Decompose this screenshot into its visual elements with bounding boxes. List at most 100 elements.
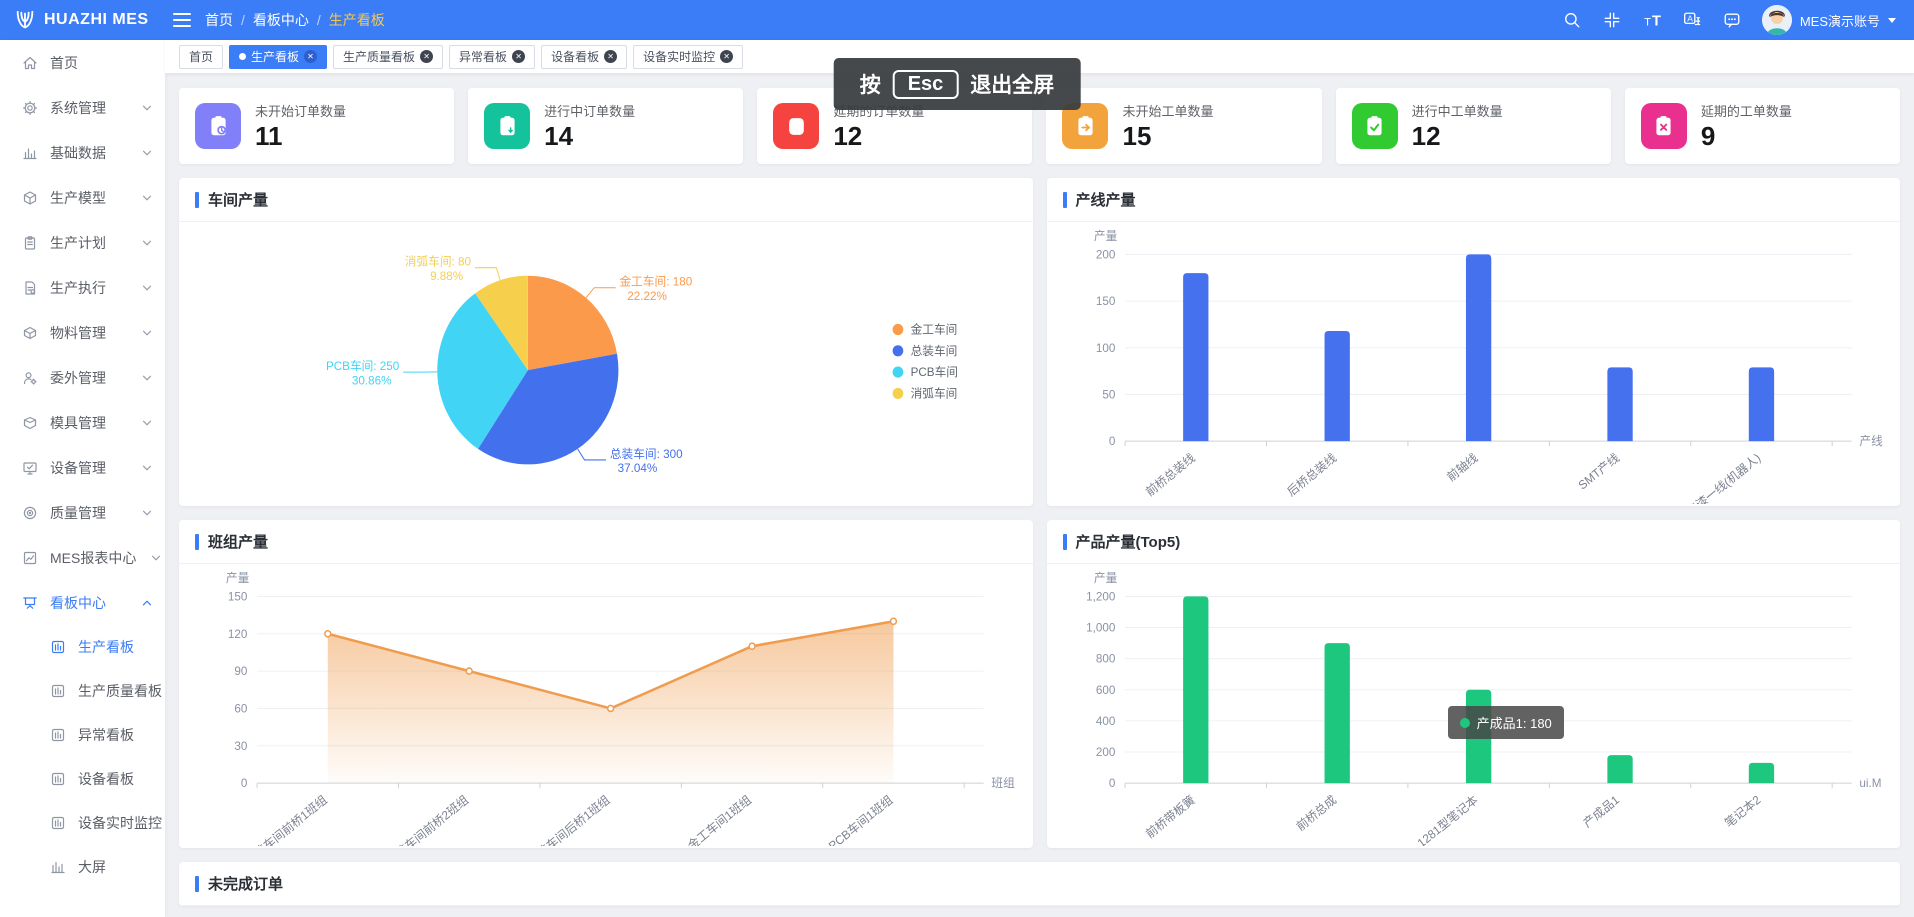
legend-item-金工车间[interactable]: 金工车间	[893, 322, 958, 336]
stat-card-进行中订单数量: 进行中订单数量14	[468, 88, 743, 164]
sidebar-item-首页[interactable]: 首页	[0, 40, 165, 85]
sidebar-item-生产模型[interactable]: 生产模型	[0, 175, 165, 220]
panel-unfinished-orders: 未完成订单	[179, 862, 1900, 906]
bar-前桥总装线	[1183, 273, 1208, 441]
svg-text:前轴线: 前轴线	[1444, 450, 1480, 484]
svg-text:SMT产线: SMT产线	[1575, 450, 1621, 492]
line-output-bar-chart[interactable]: 050100150200产量产线前桥总装线后桥总装线前轴线SMT产线喷漆一线(机…	[1047, 222, 1901, 506]
svg-text:800: 800	[1095, 651, 1115, 665]
sidebar-item-生产执行[interactable]: 生产执行	[0, 265, 165, 310]
esc-key: Esc	[893, 70, 959, 99]
legend-item-消弧车间[interactable]: 消弧车间	[893, 386, 958, 400]
sidebar-item-label: MES报表中心	[50, 548, 136, 568]
board-icon	[22, 595, 38, 611]
breadcrumb-item[interactable]: 首页	[205, 10, 233, 30]
tab-close-icon[interactable]: ✕	[304, 50, 317, 63]
sidebar-item-系统管理[interactable]: 系统管理	[0, 85, 165, 130]
svg-text:150: 150	[228, 589, 248, 603]
svg-text:前桥带板簧: 前桥带板簧	[1143, 792, 1198, 841]
sidebar-item-MES报表中心[interactable]: MES报表中心	[0, 535, 165, 580]
panel-header: 车间产量	[179, 178, 1033, 222]
sidebar: 首页系统管理基础数据生产模型生产计划生产执行物料管理委外管理模具管理设备管理质量…	[0, 40, 165, 917]
sidebar-item-看板中心[interactable]: 看板中心	[0, 580, 165, 625]
sidebar-subitem-设备实时监控[interactable]: 设备实时监控	[0, 801, 165, 845]
sidebar-item-委外管理[interactable]: 委外管理	[0, 355, 165, 400]
hamburger-icon[interactable]	[165, 0, 199, 40]
sidebar-item-生产计划[interactable]: 生产计划	[0, 220, 165, 265]
bar-喷漆一线(机器人)	[1748, 367, 1773, 441]
kanban-icon	[50, 815, 66, 831]
sidebar-item-物料管理[interactable]: 物料管理	[0, 310, 165, 355]
mold-icon	[22, 415, 38, 431]
sidebar-item-label: 生产执行	[50, 278, 127, 298]
gear-icon	[22, 100, 38, 116]
stat-label: 未开始订单数量	[255, 101, 346, 120]
svg-text:PCB车间: 250: PCB车间: 250	[326, 359, 400, 373]
tab-close-icon[interactable]: ✕	[604, 50, 617, 63]
workshop-pie-chart[interactable]: 金工车间: 18022.22%总装车间: 30037.04%PCB车间: 250…	[179, 222, 1033, 506]
tab-close-icon[interactable]: ✕	[420, 50, 433, 63]
app-logo[interactable]: HUAZHI MES	[0, 0, 165, 40]
top-header: HUAZHI MES 首页/看板中心/生产看板 TTA MES演示账号	[0, 0, 1914, 40]
tab-设备看板[interactable]: 设备看板✕	[541, 45, 627, 69]
equipment-monitor-icon	[22, 460, 38, 476]
sidebar-item-设备管理[interactable]: 设备管理	[0, 445, 165, 490]
svg-text:T: T	[1644, 17, 1651, 29]
chevron-down-icon	[139, 145, 155, 161]
sidebar-item-基础数据[interactable]: 基础数据	[0, 130, 165, 175]
bar-SMT产线	[1607, 367, 1632, 441]
sidebar-item-label: 基础数据	[50, 143, 127, 163]
breadcrumb-item[interactable]: 看板中心	[253, 10, 309, 30]
svg-text:60: 60	[234, 701, 247, 715]
sidebar-subitem-label: 生产质量看板	[78, 681, 162, 701]
material-box-icon	[22, 325, 38, 341]
svg-text:0: 0	[241, 776, 248, 790]
tab-label: 异常看板	[459, 48, 507, 65]
chevron-down-icon	[148, 550, 164, 566]
sidebar-subitem-大屏[interactable]: 大屏	[0, 845, 165, 889]
product-output-bar-chart[interactable]: 产成品1: 180 02004006008001,0001,200产量ui.M前…	[1047, 564, 1901, 848]
bar-前轴线	[1465, 254, 1490, 441]
tab-异常看板[interactable]: 异常看板 ✕	[449, 45, 535, 69]
font-size-icon[interactable]: TT	[1642, 10, 1662, 30]
tab-close-icon[interactable]: ✕	[720, 50, 733, 63]
dashboard-content: 未开始订单数量11进行中订单数量14延期的订单数量12未开始工单数量15进行中工…	[165, 74, 1914, 917]
sidebar-subitem-label: 异常看板	[78, 725, 134, 745]
legend-item-PCB车间[interactable]: PCB车间	[893, 365, 958, 379]
sidebar-subitem-生产看板[interactable]: 生产看板	[0, 625, 165, 669]
legend-item-总装车间[interactable]: 总装车间	[893, 344, 958, 358]
tab-首页[interactable]: 首页	[179, 45, 223, 69]
tab-生产质量看板[interactable]: 生产质量看板✕	[333, 45, 443, 69]
sidebar-item-质量管理[interactable]: 质量管理	[0, 490, 165, 535]
bar-前桥总成	[1324, 643, 1349, 783]
team-output-area-chart[interactable]: 0306090120150产量班组总装车间前桥1班组总装车间前桥2班组总装车间后…	[179, 564, 1033, 848]
logo-icon	[14, 9, 36, 31]
message-icon[interactable]	[1722, 10, 1742, 30]
data-point-总装车间前桥2班组	[466, 668, 472, 674]
svg-text:前桥总装线: 前桥总装线	[1143, 450, 1198, 499]
translate-icon[interactable]: A	[1682, 10, 1702, 30]
report-icon	[22, 550, 38, 566]
svg-text:班组: 班组	[991, 776, 1014, 790]
tab-close-icon[interactable]: ✕	[512, 50, 525, 63]
kanban-icon	[50, 771, 66, 787]
svg-text:总装车间: 300: 总装车间: 300	[610, 447, 683, 461]
search-icon[interactable]	[1562, 10, 1582, 30]
stat-card-未开始工单数量: 未开始工单数量15	[1046, 88, 1321, 164]
svg-text:9.88%: 9.88%	[430, 269, 463, 283]
sidebar-subitem-生产质量看板[interactable]: 生产质量看板	[0, 669, 165, 713]
user-menu[interactable]: MES演示账号	[1762, 5, 1896, 35]
stat-label: 进行中订单数量	[544, 101, 635, 120]
order-pending-icon	[195, 103, 241, 149]
data-point-总装车间前桥1班组	[325, 631, 331, 637]
sidebar-subitem-异常看板[interactable]: 异常看板	[0, 713, 165, 757]
svg-text:0: 0	[1108, 776, 1115, 790]
tab-设备实时监控[interactable]: 设备实时监控✕	[633, 45, 743, 69]
exit-fullscreen-icon[interactable]	[1602, 10, 1622, 30]
bar-产成品1	[1607, 755, 1632, 783]
tab-生产看板[interactable]: 生产看板✕	[229, 45, 327, 69]
chevron-down-icon	[139, 280, 155, 296]
sidebar-item-模具管理[interactable]: 模具管理	[0, 400, 165, 445]
sidebar-subitem-设备看板[interactable]: 设备看板	[0, 757, 165, 801]
panel-title: 产品产量(Top5)	[1076, 531, 1181, 552]
